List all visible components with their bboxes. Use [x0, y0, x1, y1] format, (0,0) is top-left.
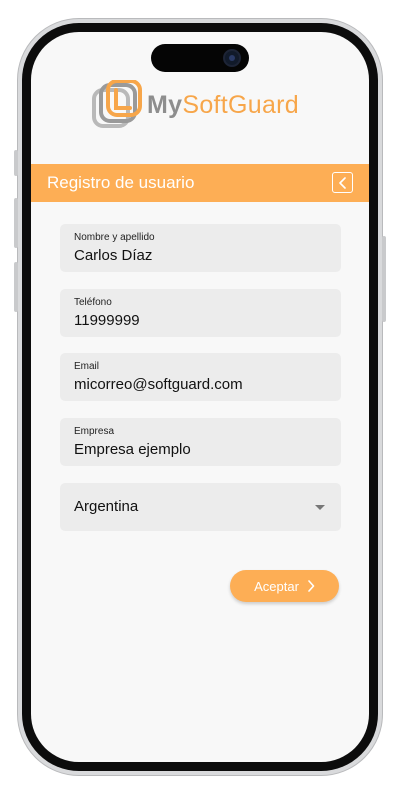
name-field[interactable]: Nombre y apellido Carlos Díaz — [60, 224, 341, 272]
email-field-label: Email — [74, 361, 100, 372]
side-button-right — [382, 236, 386, 322]
dynamic-island — [151, 44, 249, 72]
logo-wordmark: MySoftGuard — [147, 91, 299, 120]
company-field-value[interactable]: Empresa ejemplo — [74, 440, 327, 460]
app-logo: MySoftGuard — [91, 80, 299, 130]
company-field-label: Empresa — [74, 426, 115, 437]
logo-text-softguard: SoftGuard — [182, 90, 299, 119]
company-field[interactable]: Empresa Empresa ejemplo — [60, 418, 341, 466]
caret-down-icon — [315, 504, 325, 510]
email-field[interactable]: Email micorreo@softguard.com — [60, 353, 341, 401]
page-header: Registro de usuario — [31, 164, 369, 202]
phone-field[interactable]: Teléfono 11999999 — [60, 289, 341, 337]
accept-button[interactable]: Aceptar — [230, 570, 339, 602]
accept-button-label: Aceptar — [254, 578, 299, 594]
name-field-value[interactable]: Carlos Díaz — [74, 246, 327, 266]
chevron-right-icon — [307, 580, 315, 592]
name-field-label: Nombre y apellido — [74, 232, 155, 243]
chevron-left-icon — [338, 176, 346, 189]
back-button[interactable] — [332, 172, 353, 193]
side-button-left-2 — [14, 198, 18, 248]
country-select[interactable]: Argentina — [60, 483, 341, 531]
email-field-value[interactable]: micorreo@softguard.com — [74, 375, 327, 395]
country-select-value: Argentina — [74, 498, 139, 515]
phone-field-value[interactable]: 11999999 — [74, 311, 327, 331]
page-title: Registro de usuario — [47, 173, 195, 192]
shield-logo-icon — [92, 80, 142, 128]
side-button-left-3 — [14, 262, 18, 312]
logo-text-my: My — [147, 90, 183, 119]
camera-icon — [223, 49, 241, 67]
app-screen: MySoftGuard Registro de usuario Nombre y… — [31, 32, 369, 762]
phone-field-label: Teléfono — [74, 297, 112, 308]
side-button-left-1 — [14, 150, 18, 176]
